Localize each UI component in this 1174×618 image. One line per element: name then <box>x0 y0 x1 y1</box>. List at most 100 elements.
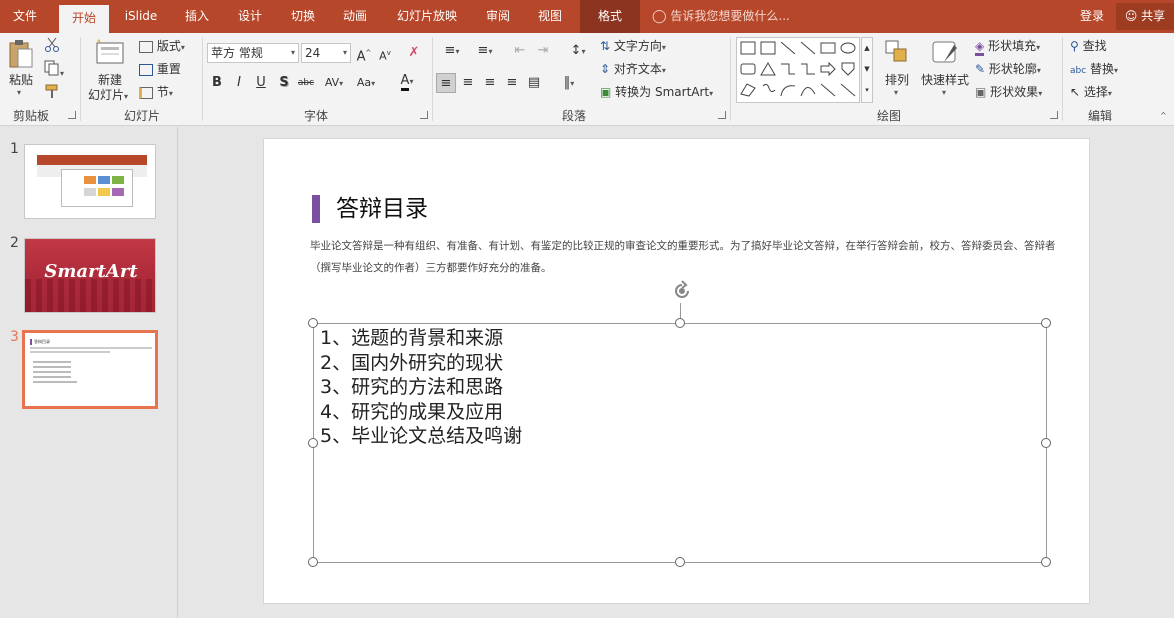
replace-button[interactable]: abc 替换▾ <box>1070 60 1118 77</box>
convert-smartart-button[interactable]: ▣ 转换为 SmartArt▾ <box>600 83 713 100</box>
resize-handle-top[interactable] <box>675 318 685 328</box>
numbering-icon[interactable]: ≡▾ <box>470 41 500 61</box>
slide-description[interactable]: 毕业论文答辩是一种有组织、有准备、有计划、有鉴定的比较正规的审查论文的重要形式。… <box>310 235 1060 279</box>
shrink-font-icon[interactable]: Av <box>375 43 395 63</box>
shape-outline-button[interactable]: ✎ 形状轮廓▾ <box>975 60 1041 77</box>
login-button[interactable]: 登录 <box>1080 0 1104 33</box>
distributed-icon[interactable]: ▤ <box>524 73 544 93</box>
smartart-icon: ▣ <box>600 85 612 99</box>
reset-icon <box>139 63 153 76</box>
bold-icon[interactable]: B <box>207 73 227 93</box>
clipboard-launcher-icon[interactable] <box>68 111 76 119</box>
tab-view[interactable]: 视图 <box>525 0 575 33</box>
tab-islide[interactable]: iSlide <box>116 0 166 33</box>
shapes-gallery-scroll[interactable]: ▲ ▼ ▾ <box>861 37 873 103</box>
paragraph-launcher-icon[interactable] <box>718 111 726 119</box>
tell-me-search[interactable]: ◯ 告诉我您想要做什么... <box>652 0 790 33</box>
align-text-button[interactable]: ⇕ 对齐文本▾ <box>600 60 666 77</box>
paste-dropdown[interactable]: ▾ <box>17 88 21 97</box>
font-size-combo[interactable]: 24 ▾ <box>301 43 351 63</box>
list-item[interactable]: 3、研究的方法和思路 <box>320 375 503 400</box>
font-name-combo[interactable]: 苹方 常规 ▾ <box>207 43 299 63</box>
tab-file[interactable]: 文件 <box>0 0 50 33</box>
selected-text-box[interactable]: 1、选题的背景和来源 2、国内外研究的现状 3、研究的方法和思路 4、研究的成果… <box>308 318 1051 567</box>
char-spacing-icon[interactable]: AV▾ <box>320 73 348 93</box>
shapes-icon <box>740 41 856 97</box>
tab-format[interactable]: 格式 <box>580 0 640 33</box>
shadow-icon[interactable]: S <box>274 73 294 93</box>
bullets-icon[interactable]: ≡▾ <box>437 41 467 61</box>
tab-transitions[interactable]: 切换 <box>278 0 328 33</box>
align-right-icon[interactable]: ≡ <box>480 73 500 93</box>
tab-design[interactable]: 设计 <box>225 0 275 33</box>
group-label-slides: 幻灯片 <box>123 109 160 123</box>
increase-indent-icon[interactable]: ⇥ <box>533 41 553 61</box>
resize-handle-top-left[interactable] <box>308 318 318 328</box>
cut-icon[interactable] <box>44 37 60 56</box>
resize-handle-bottom[interactable] <box>675 557 685 567</box>
slide-thumbnail-1[interactable] <box>24 144 156 219</box>
slide-thumbnail-3[interactable]: 答辩目录 <box>22 330 158 409</box>
paste-button[interactable] <box>8 39 34 69</box>
resize-handle-bottom-left[interactable] <box>308 557 318 567</box>
tab-review[interactable]: 审阅 <box>473 0 523 33</box>
tab-home[interactable]: 开始 <box>59 5 109 33</box>
change-case-icon[interactable]: Aa▾ <box>352 73 380 93</box>
layout-button[interactable]: 版式▾ <box>139 37 185 54</box>
resize-handle-left[interactable] <box>308 438 318 448</box>
section-button[interactable]: 节▾ <box>139 83 173 100</box>
text-direction-button[interactable]: ⇅ 文字方向▾ <box>600 37 666 54</box>
paint-bucket-icon: ◈ <box>975 39 985 56</box>
decrease-indent-icon[interactable]: ⇤ <box>510 41 530 61</box>
clear-format-icon[interactable]: ✗ <box>404 43 424 63</box>
font-color-icon[interactable]: A▾ <box>394 71 420 91</box>
tab-slideshow[interactable]: 幻灯片放映 <box>388 0 466 33</box>
underline-icon[interactable]: U <box>251 73 271 93</box>
arrange-dropdown[interactable]: ▾ <box>894 88 898 97</box>
font-launcher-icon[interactable] <box>420 111 428 119</box>
shape-effects-button[interactable]: ▣ 形状效果▾ <box>975 83 1042 100</box>
lightbulb-icon: ◯ <box>652 9 667 24</box>
thumb-number: 3 <box>10 329 19 345</box>
line-spacing-icon[interactable]: ↕▾ <box>564 41 592 61</box>
new-slide-button[interactable] <box>94 37 126 70</box>
share-button[interactable]: ☺ 共享 <box>1116 3 1174 30</box>
italic-icon[interactable]: I <box>229 73 249 93</box>
justify-icon[interactable]: ≡ <box>502 73 522 93</box>
shape-fill-button[interactable]: ◈ 形状填充▾ <box>975 37 1040 56</box>
align-left-icon[interactable]: ≡ <box>436 73 456 93</box>
slide-thumbnail-2[interactable]: SmartArt <box>24 238 156 313</box>
columns-icon[interactable]: ‖▾ <box>555 73 583 93</box>
quick-styles-button[interactable] <box>930 39 960 70</box>
thumb-title: SmartArt <box>44 261 138 282</box>
tab-insert[interactable]: 插入 <box>172 0 222 33</box>
slide[interactable]: 答辩目录 毕业论文答辩是一种有组织、有准备、有计划、有鉴定的比较正规的审查论文的… <box>263 138 1090 604</box>
strikethrough-icon[interactable]: abc <box>296 73 316 93</box>
layout-icon <box>139 40 153 53</box>
copy-icon[interactable]: ▾ <box>44 60 64 79</box>
drawing-launcher-icon[interactable] <box>1050 111 1058 119</box>
slide-title[interactable]: 答辩目录 <box>312 195 428 223</box>
shapes-gallery[interactable] <box>736 37 860 103</box>
quick-styles-dropdown[interactable]: ▾ <box>942 88 946 97</box>
tab-animations[interactable]: 动画 <box>330 0 380 33</box>
grow-font-icon[interactable]: A^ <box>354 43 374 64</box>
list-item[interactable]: 4、研究的成果及应用 <box>320 400 503 425</box>
resize-handle-bottom-right[interactable] <box>1041 557 1051 567</box>
resize-handle-top-right[interactable] <box>1041 318 1051 328</box>
collapse-ribbon-icon[interactable]: ^ <box>1160 111 1167 120</box>
align-center-icon[interactable]: ≡ <box>458 73 478 93</box>
arrange-icon <box>885 40 907 62</box>
format-painter-icon[interactable] <box>44 83 60 102</box>
find-button[interactable]: ⚲ 查找 <box>1070 37 1107 54</box>
reset-button[interactable]: 重置 <box>139 60 181 77</box>
list-item[interactable]: 2、国内外研究的现状 <box>320 351 503 376</box>
list-item[interactable]: 5、毕业论文总结及鸣谢 <box>320 424 522 449</box>
select-button[interactable]: ↖ 选择▾ <box>1070 83 1112 100</box>
list-item[interactable]: 1、选题的背景和来源 <box>320 326 503 351</box>
align-text-icon: ⇕ <box>600 62 611 76</box>
rotate-handle-icon[interactable] <box>670 279 694 303</box>
ribbon: 粘贴 ▾ ▾ 剪贴板 新建 幻灯片▾ 版式▾ 重置 节▾ 幻灯片 苹方 常规 ▾ … <box>0 33 1174 126</box>
arrange-button[interactable] <box>884 39 910 70</box>
resize-handle-right[interactable] <box>1041 438 1051 448</box>
